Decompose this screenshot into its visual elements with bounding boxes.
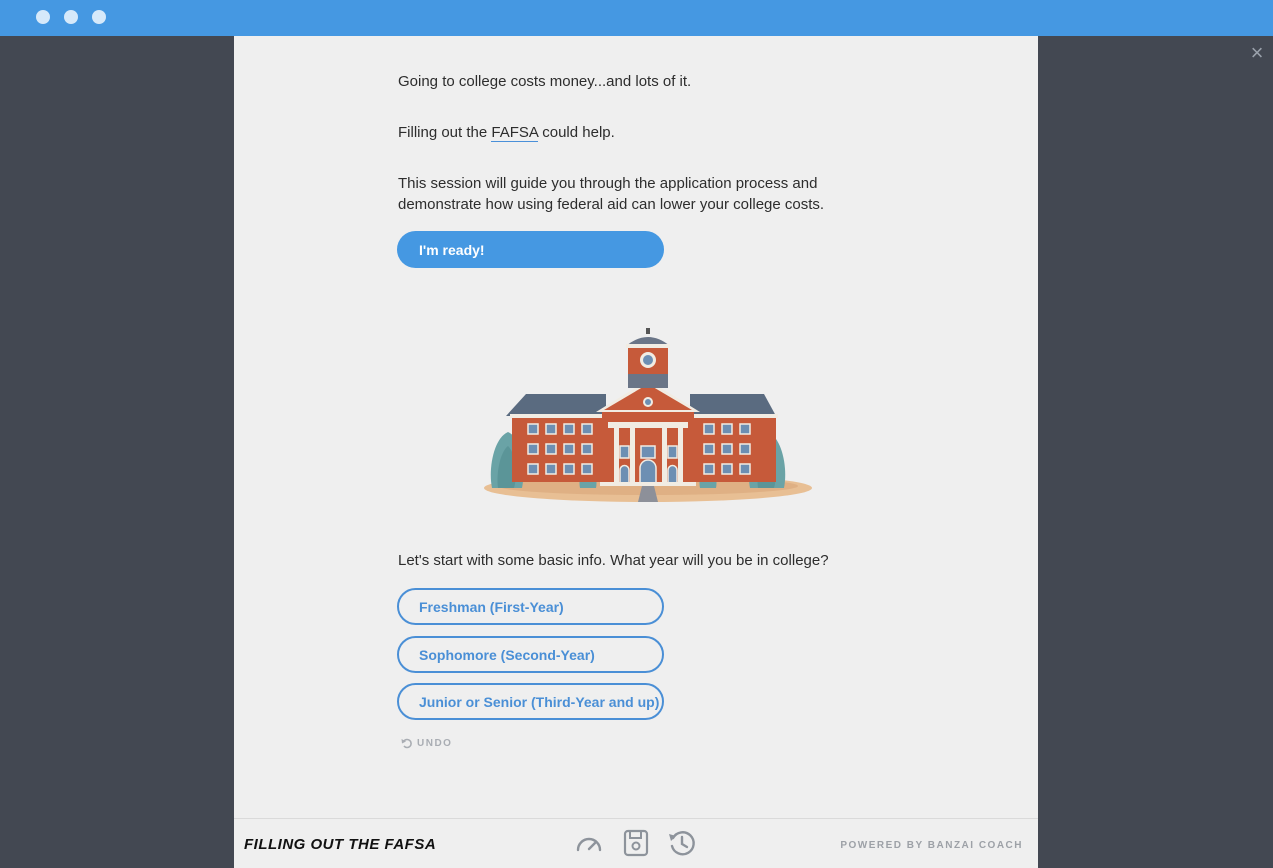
im-ready-button[interactable]: I'm ready!: [397, 231, 664, 268]
close-icon[interactable]: ×: [1249, 42, 1265, 64]
window-titlebar: [0, 0, 1273, 36]
undo-button[interactable]: UNDO: [401, 737, 452, 749]
history-icon[interactable]: [667, 828, 697, 858]
main-panel: Going to college costs money...and lots …: [234, 36, 1038, 868]
intro-line-2-prefix: Filling out the: [398, 124, 492, 141]
footer-title: FILLING OUT THE FAFSA: [244, 836, 437, 853]
intro-line-3: This session will guide you through the …: [398, 175, 825, 213]
powered-by-label: POWERED BY BANZAI COACH: [840, 840, 1023, 851]
speedometer-icon[interactable]: [574, 828, 604, 858]
footer-bar: FILLING OUT THE FAFSA POWERED BY BANZAI …: [234, 818, 1038, 868]
window-dot-minimize[interactable]: [64, 10, 78, 24]
option-freshman-button[interactable]: Freshman (First-Year): [397, 588, 664, 625]
undo-icon: [401, 738, 412, 749]
option-sophomore-button[interactable]: Sophomore (Second-Year): [397, 636, 664, 673]
intro-line-1: Going to college costs money...and lots …: [398, 73, 692, 90]
option-junior-senior-button[interactable]: Junior or Senior (Third-Year and up): [397, 683, 664, 720]
college-building-illustration: [484, 328, 812, 502]
window-dot-close[interactable]: [36, 10, 50, 24]
save-icon[interactable]: [621, 828, 651, 858]
intro-line-2: Filling out the FAFSA could help.: [398, 122, 858, 143]
intro-line-2-suffix: could help.: [538, 124, 615, 141]
fafsa-link[interactable]: FAFSA: [491, 124, 539, 142]
undo-label: UNDO: [417, 737, 453, 749]
question-prompt: Let's start with some basic info. What y…: [398, 552, 829, 569]
window-dot-maximize[interactable]: [92, 10, 106, 24]
